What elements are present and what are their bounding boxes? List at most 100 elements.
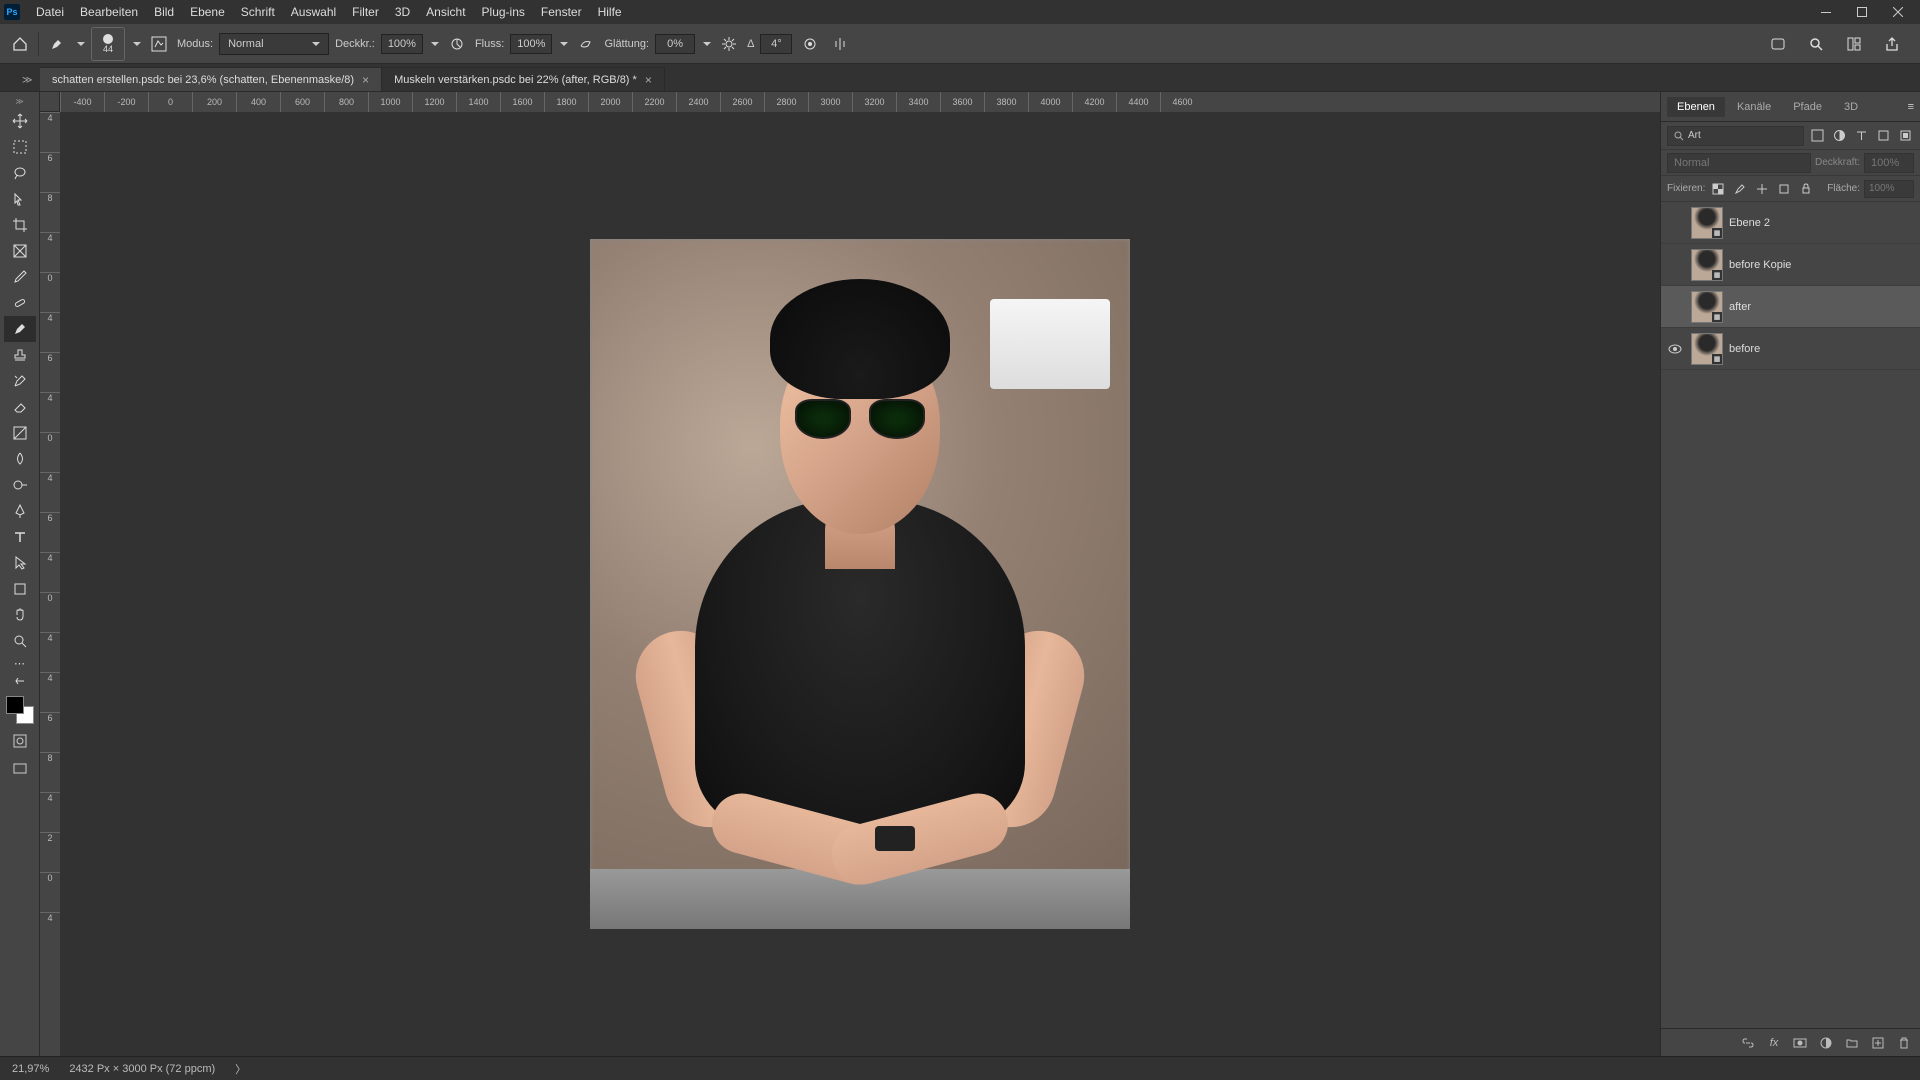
lock-all-icon[interactable] bbox=[1797, 180, 1815, 198]
layer-search-input[interactable] bbox=[1688, 130, 1728, 141]
tab-ebenen[interactable]: Ebenen bbox=[1667, 97, 1725, 117]
layer-row[interactable]: ▦ Ebene 2 bbox=[1661, 202, 1920, 244]
lock-pixels-icon[interactable] bbox=[1709, 180, 1727, 198]
layer-mask-icon[interactable] bbox=[1792, 1035, 1808, 1051]
filter-image-icon[interactable] bbox=[1808, 127, 1826, 145]
lock-artboard-icon[interactable] bbox=[1775, 180, 1793, 198]
layer-blend-dropdown[interactable]: Normal bbox=[1667, 153, 1811, 173]
tab-3d[interactable]: 3D bbox=[1834, 97, 1868, 117]
canvas-area[interactable] bbox=[60, 112, 1660, 1056]
angle-field[interactable]: 4° bbox=[760, 34, 792, 54]
menu-ebene[interactable]: Ebene bbox=[182, 0, 233, 24]
layer-name[interactable]: after bbox=[1729, 301, 1751, 313]
zoom-level[interactable]: 21,97% bbox=[12, 1063, 49, 1075]
edit-toolbar[interactable] bbox=[4, 672, 36, 690]
document-tab-active[interactable]: Muskeln verstärken.psdc bei 22% (after, … bbox=[382, 67, 665, 91]
tab-pfade[interactable]: Pfade bbox=[1783, 97, 1832, 117]
brush-tool[interactable] bbox=[4, 316, 36, 342]
layer-fx-icon[interactable]: fx bbox=[1766, 1035, 1782, 1051]
layer-thumbnail[interactable]: ▦ bbox=[1691, 207, 1723, 239]
workspace-button[interactable] bbox=[1842, 32, 1866, 56]
opacity-field[interactable]: 100% bbox=[381, 34, 423, 54]
adjustment-layer-icon[interactable] bbox=[1818, 1035, 1834, 1051]
home-button[interactable] bbox=[8, 32, 32, 56]
lock-position-icon[interactable] bbox=[1753, 180, 1771, 198]
pen-tool[interactable] bbox=[4, 498, 36, 524]
frame-tool[interactable] bbox=[4, 238, 36, 264]
menu-3d[interactable]: 3D bbox=[387, 0, 418, 24]
collapse-icon[interactable]: ≫ bbox=[15, 96, 25, 106]
visibility-toggle[interactable] bbox=[1665, 339, 1685, 359]
history-brush-tool[interactable] bbox=[4, 368, 36, 394]
airbrush-button[interactable] bbox=[574, 32, 598, 56]
filter-adjust-icon[interactable] bbox=[1830, 127, 1848, 145]
stamp-tool[interactable] bbox=[4, 342, 36, 368]
search-button[interactable] bbox=[1804, 32, 1828, 56]
menu-hilfe[interactable]: Hilfe bbox=[590, 0, 630, 24]
filter-smart-icon[interactable] bbox=[1896, 127, 1914, 145]
gradient-tool[interactable] bbox=[4, 420, 36, 446]
delete-layer-icon[interactable] bbox=[1896, 1035, 1912, 1051]
foreground-color[interactable] bbox=[6, 696, 24, 714]
flow-caret-icon[interactable] bbox=[560, 42, 568, 46]
move-tool[interactable] bbox=[4, 108, 36, 134]
panel-menu-icon[interactable]: ≡ bbox=[1908, 101, 1914, 113]
layer-thumbnail[interactable]: ▦ bbox=[1691, 249, 1723, 281]
shape-tool[interactable] bbox=[4, 576, 36, 602]
tool-preset-caret-icon[interactable] bbox=[77, 42, 85, 46]
layer-name[interactable]: Ebene 2 bbox=[1729, 217, 1770, 229]
type-tool[interactable] bbox=[4, 524, 36, 550]
menu-datei[interactable]: Datei bbox=[28, 0, 72, 24]
share-button[interactable] bbox=[1880, 32, 1904, 56]
cloud-docs-button[interactable] bbox=[1766, 32, 1790, 56]
fill-field[interactable]: 100% bbox=[1864, 180, 1914, 198]
blend-mode-dropdown[interactable]: Normal bbox=[219, 33, 329, 55]
screenmode-button[interactable] bbox=[8, 758, 32, 780]
symmetry-button[interactable] bbox=[828, 32, 852, 56]
visibility-toggle[interactable] bbox=[1665, 213, 1685, 233]
pressure-opacity-button[interactable] bbox=[445, 32, 469, 56]
window-close-button[interactable] bbox=[1880, 0, 1916, 24]
menu-bearbeiten[interactable]: Bearbeiten bbox=[72, 0, 146, 24]
flow-field[interactable]: 100% bbox=[510, 34, 552, 54]
layer-name[interactable]: before bbox=[1729, 343, 1760, 355]
tab-close-icon[interactable]: × bbox=[362, 73, 369, 87]
layer-search[interactable] bbox=[1667, 126, 1804, 146]
visibility-toggle[interactable] bbox=[1665, 297, 1685, 317]
filter-type-icon[interactable] bbox=[1852, 127, 1870, 145]
lock-brush-icon[interactable] bbox=[1731, 180, 1749, 198]
layer-thumbnail[interactable]: ▦ bbox=[1691, 291, 1723, 323]
brush-preset-picker[interactable]: 44 bbox=[91, 27, 125, 61]
color-swatches[interactable] bbox=[6, 696, 34, 724]
marquee-tool[interactable] bbox=[4, 134, 36, 160]
menu-fenster[interactable]: Fenster bbox=[533, 0, 590, 24]
blur-tool[interactable] bbox=[4, 446, 36, 472]
hand-tool[interactable] bbox=[4, 602, 36, 628]
lasso-tool[interactable] bbox=[4, 160, 36, 186]
menu-auswahl[interactable]: Auswahl bbox=[283, 0, 344, 24]
crop-tool[interactable] bbox=[4, 212, 36, 238]
pressure-size-button[interactable] bbox=[798, 32, 822, 56]
smoothing-caret-icon[interactable] bbox=[703, 42, 711, 46]
layer-opacity-field[interactable]: 100% bbox=[1864, 153, 1914, 173]
selection-tool[interactable] bbox=[4, 186, 36, 212]
filter-shape-icon[interactable] bbox=[1874, 127, 1892, 145]
smoothing-field[interactable]: 0% bbox=[655, 34, 695, 54]
tab-close-icon[interactable]: × bbox=[645, 73, 652, 87]
window-minimize-button[interactable] bbox=[1808, 0, 1844, 24]
window-maximize-button[interactable] bbox=[1844, 0, 1880, 24]
brush-caret-icon[interactable] bbox=[133, 42, 141, 46]
dodge-tool[interactable] bbox=[4, 472, 36, 498]
healing-tool[interactable] bbox=[4, 290, 36, 316]
tab-kanaele[interactable]: Kanäle bbox=[1727, 97, 1781, 117]
more-tools[interactable]: ⋯ bbox=[4, 654, 36, 672]
layer-row[interactable]: ▦before bbox=[1661, 328, 1920, 370]
group-layers-icon[interactable] bbox=[1844, 1035, 1860, 1051]
tool-preset-icon[interactable] bbox=[45, 32, 69, 56]
menu-plugins[interactable]: Plug-ins bbox=[474, 0, 533, 24]
layer-row[interactable]: ▦ after bbox=[1661, 286, 1920, 328]
eyedropper-tool[interactable] bbox=[4, 264, 36, 290]
layer-row[interactable]: ▦before Kopie bbox=[1661, 244, 1920, 286]
document-info[interactable]: 2432 Px × 3000 Px (72 ppcm) bbox=[69, 1063, 215, 1075]
opacity-caret-icon[interactable] bbox=[431, 42, 439, 46]
